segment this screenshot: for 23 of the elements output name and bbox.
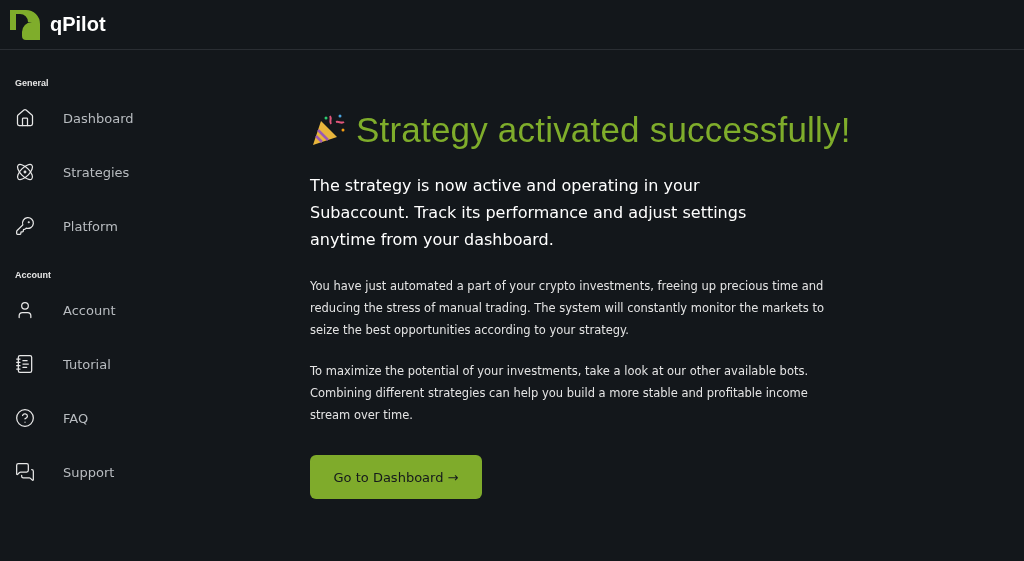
notebook-icon <box>15 354 35 374</box>
nav-item[interactable]: Tutorial <box>15 354 250 374</box>
nav-item[interactable]: Strategies <box>15 162 250 182</box>
nav-item[interactable]: Support <box>15 462 250 482</box>
body-paragraph: To maximize the potential of your investments, take a look at our other available bots. Combining different strategies can help you build a more stable and profitable income stream over time. <box>310 363 810 424</box>
nav-item[interactable]: Platform <box>15 216 250 236</box>
section-label: General <box>15 78 50 88</box>
chat-icon <box>15 462 35 482</box>
party-popper-icon <box>310 112 346 148</box>
success-title: Strategy activated successfully! <box>356 110 851 150</box>
nav-item[interactable]: FAQ <box>15 408 250 428</box>
brand-name: qPilot <box>50 13 106 36</box>
section-label: Account <box>15 270 52 280</box>
house-icon <box>15 108 35 128</box>
body-paragraph: You have just automated a part of your crypto investments, freeing up precious time and reducing the stress of manual trading. The system will constantly monitor the markets to seize the best opportunities according to your strategy. <box>310 278 825 339</box>
dashboard-button[interactable]: Go to Dashboard → <box>310 455 482 499</box>
key-icon <box>15 216 35 236</box>
nav-item[interactable]: Account <box>15 300 250 320</box>
help-icon <box>15 408 35 428</box>
lead-text: The strategy is now active and operating in your Subaccount. Track its performance and adjust settings anytime from your dashboard. <box>310 175 748 251</box>
nav-item[interactable]: Dashboard <box>15 108 250 128</box>
atom-icon <box>15 162 35 182</box>
logo-icon <box>8 7 42 42</box>
